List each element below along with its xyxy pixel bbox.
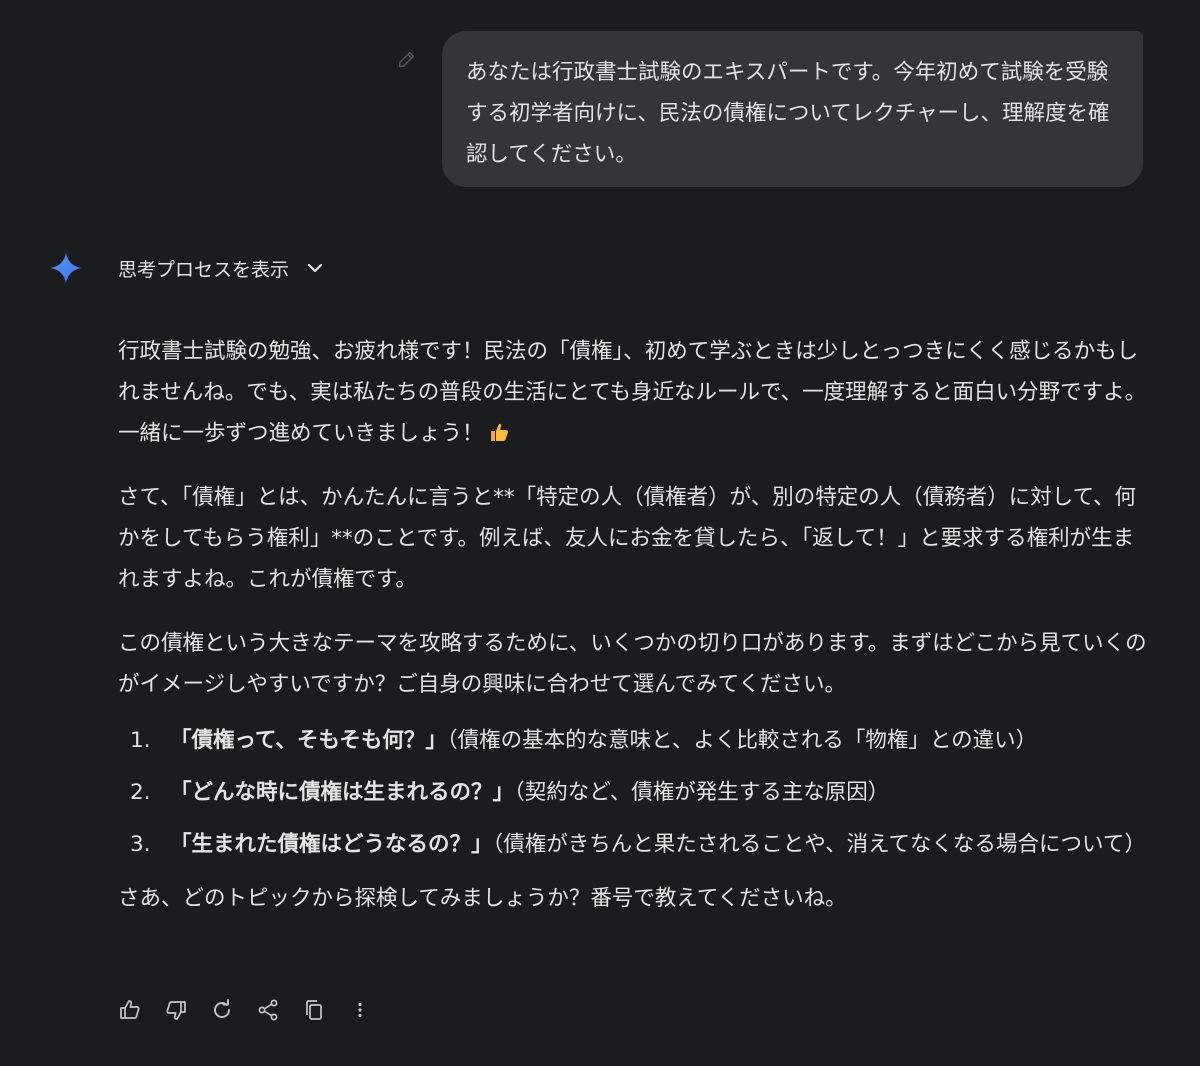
show-thinking-label: 思考プロセスを表示 (118, 258, 290, 281)
list-item: 3. 「生まれた債権はどうなるの？」（債権がきちんと果たされることや、消えてなくな… (118, 824, 1148, 865)
response-closing: さあ、どのトピックから探検してみましょうか？番号で教えてくださいね。 (118, 886, 847, 911)
response-body: 行政書士試験の勉強、お疲れ様です！民法の「債権」、初めて学ぶときは少しとっつきに… (118, 331, 1148, 942)
response-paragraph: さて、「債権」とは、かんたんに言うと**「特定の人（債権者）が、別の特定の人（債… (118, 485, 1137, 592)
topic-title: 「債権って、そもそも何？」 (170, 728, 447, 753)
topic-description: （債権がきちんと果たされることや、消えてなくなる場合について） (492, 832, 1146, 857)
show-thinking-toggle[interactable]: 思考プロセスを表示 (118, 255, 325, 282)
list-item: 1. 「債権って、そもそも何？」（債権の基本的な意味と、よく比較される「物権」との… (118, 720, 1148, 761)
chat-page: あなたは行政書士試験のエキスパートです。今年初めて試験を受験する初学者向けに、民… (0, 0, 1200, 1066)
topic-list: 1. 「債権って、そもそも何？」（債権の基本的な意味と、よく比較される「物権」との… (118, 720, 1148, 865)
share-icon[interactable] (254, 996, 282, 1024)
list-number: 2. (130, 780, 151, 805)
pencil-icon[interactable] (396, 48, 418, 70)
thumbs-down-icon[interactable] (162, 996, 190, 1024)
paragraph-text: 行政書士試験の勉強、お疲れ様です！民法の「債権」、初めて学ぶときは少しとっつきに… (118, 339, 1147, 446)
topic-title: 「どんな時に債権は生まれるの？」 (170, 780, 515, 805)
user-message-bubble: あなたは行政書士試験のエキスパートです。今年初めて試験を受験する初学者向けに、民… (442, 31, 1143, 187)
response-paragraph: 行政書士試験の勉強、お疲れ様です！民法の「債権」、初めて学ぶときは少しとっつきに… (118, 331, 1148, 454)
copy-icon[interactable] (300, 996, 328, 1024)
sparkle-icon (48, 250, 84, 286)
response-actions (116, 996, 392, 1024)
response-paragraph: この債権という大きなテーマを攻略するために、いくつかの切り口があります。まずはど… (118, 631, 1147, 697)
list-number: 1. (130, 728, 151, 753)
topic-title: 「生まれた債権はどうなるの？」 (170, 832, 493, 857)
topic-description: （契約など、債権が発生する主な原因） (514, 780, 890, 805)
topic-description: （債権の基本的な意味と、よく比較される「物権」との違い） (446, 728, 1038, 753)
user-message-text: あなたは行政書士試験のエキスパートです。今年初めて試験を受験する初学者向けに、民… (466, 60, 1110, 167)
list-item: 2. 「どんな時に債権は生まれるの？」（契約など、債権が発生する主な原因） (118, 772, 1148, 813)
response-header: 思考プロセスを表示 (48, 248, 325, 288)
regenerate-icon[interactable] (208, 996, 236, 1024)
thumbs-up-icon[interactable] (116, 996, 144, 1024)
list-number: 3. (130, 832, 151, 857)
thumbs-up-emoji (488, 416, 510, 441)
chevron-down-icon (307, 263, 323, 273)
more-vertical-icon[interactable] (346, 996, 374, 1024)
